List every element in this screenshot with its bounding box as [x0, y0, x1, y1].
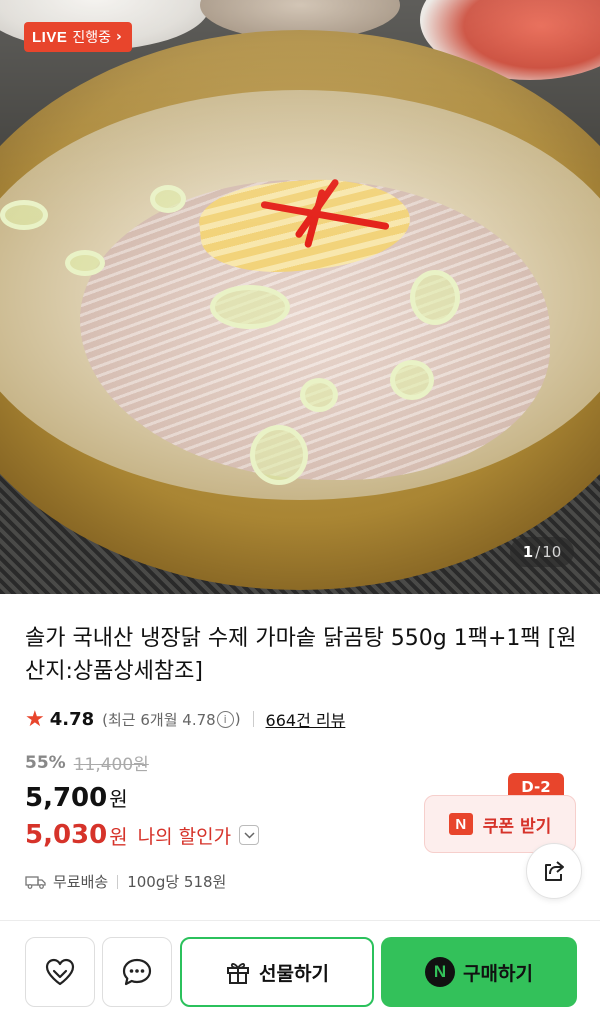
info-icon[interactable]: i	[216, 710, 234, 728]
wishlist-button[interactable]	[25, 937, 95, 1007]
live-label: LIVE	[32, 28, 68, 46]
divider	[117, 874, 119, 889]
steam-overlay	[0, 0, 600, 594]
buy-button[interactable]: N 구매하기	[381, 937, 577, 1007]
star-icon: ★	[25, 706, 45, 732]
rating-score: 4.78	[49, 708, 95, 730]
page-separator: /	[535, 543, 541, 561]
bottom-action-bar: 선물하기 N 구매하기	[0, 921, 600, 1024]
my-discount-price[interactable]: 5,030 원 나의 할인가	[25, 820, 260, 850]
my-price-label: 나의 할인가	[137, 825, 232, 848]
product-title: 솔가 국내산 냉장닭 수제 가마솥 닭곰탕 550g 1팩+1팩 [원산지:상품…	[25, 626, 577, 684]
my-price-unit: 원	[109, 824, 128, 849]
talk-button[interactable]	[102, 937, 172, 1007]
recent-rating-prefix: (최근 6개월 4.78	[102, 710, 216, 729]
image-page-counter: 1 / 10	[510, 537, 574, 567]
unit-price: 100g당 518원	[127, 873, 227, 891]
divider	[252, 711, 254, 727]
live-badge[interactable]: LIVE 진행중 ›	[24, 22, 132, 52]
buy-label: 구매하기	[463, 962, 533, 985]
product-image[interactable]: LIVE 진행중 › 1 / 10	[0, 0, 600, 594]
share-icon	[545, 861, 564, 881]
truck-icon	[25, 875, 46, 889]
sale-price: 5,700 원	[25, 783, 128, 813]
heart-icon	[45, 958, 75, 986]
naver-n-icon: N	[448, 813, 473, 835]
share-button[interactable]	[526, 843, 582, 899]
sale-price-amount: 5,700	[25, 783, 108, 813]
my-price-amount: 5,030	[25, 820, 108, 850]
naver-pay-icon: N	[425, 957, 456, 987]
chevron-down-icon[interactable]	[239, 825, 260, 845]
discount-rate: 55%	[25, 752, 66, 773]
gift-label: 선물하기	[259, 962, 329, 985]
chat-icon	[122, 958, 152, 986]
recent-rating-suffix: )	[234, 710, 241, 728]
chevron-right-icon: ›	[115, 29, 122, 45]
shipping-row: 무료배송 100g당 518원	[25, 871, 226, 892]
live-status: 진행중	[72, 30, 111, 46]
gift-icon	[227, 963, 250, 984]
sale-price-unit: 원	[109, 787, 128, 811]
review-count-link[interactable]: 664건 리뷰	[266, 707, 346, 731]
gift-button[interactable]: 선물하기	[180, 937, 374, 1007]
rating-row: ★ 4.78 (최근 6개월 4.78 i ) 664건 리뷰	[25, 705, 345, 733]
total-pages: 10	[542, 543, 562, 561]
current-page: 1	[522, 543, 534, 561]
original-price: 11,400원	[73, 755, 149, 775]
delivery-info: 무료배송	[53, 873, 109, 891]
coupon-label: 쿠폰 받기	[482, 816, 552, 837]
discount-row: 55% 11,400원	[25, 750, 149, 776]
